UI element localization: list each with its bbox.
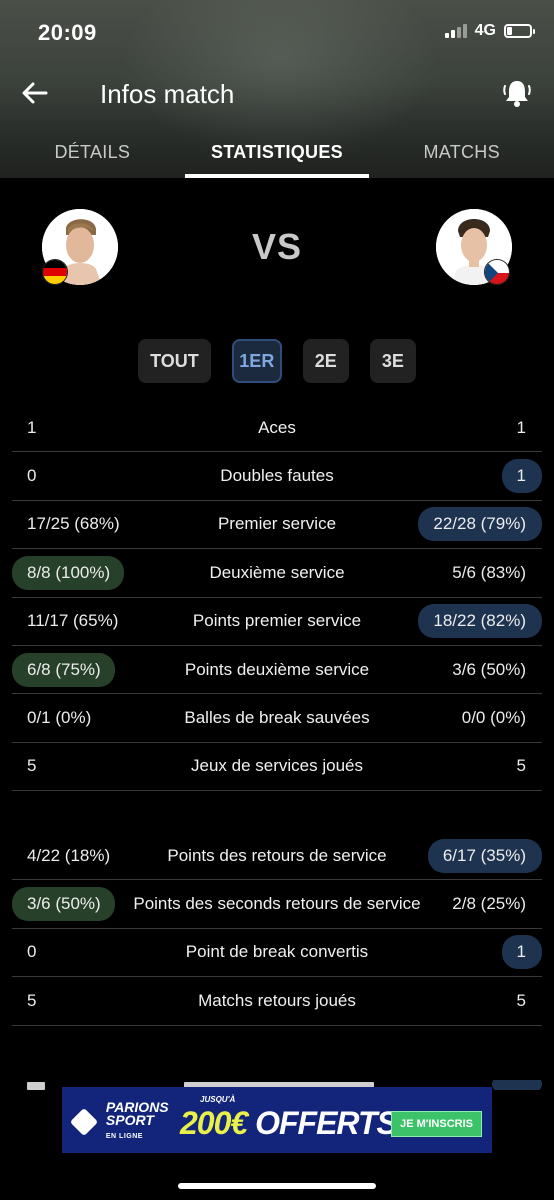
czech-flag-icon (484, 259, 510, 285)
stat-left-value-highlight: 6/8 (75%) (12, 652, 115, 687)
stat-row-second-serve-points: 6/8 (75%) Points deuxième service 3/6 (5… (12, 646, 542, 695)
stat-row-service-games: 5 Jeux de services joués 5 (12, 743, 542, 792)
stat-row-return-games: 5 Matchs retours joués 5 (12, 977, 542, 1026)
stat-left-value: 1 (27, 417, 37, 437)
stat-label: Jeux de services joués (191, 756, 363, 776)
ad-offer: 200€ OFFERTS (180, 1105, 398, 1142)
stat-row-break-points-converted: 0 Point de break convertis 1 (12, 929, 542, 978)
stat-right-value: 3/6 (50%) (452, 659, 526, 679)
stat-row-aces: 1 Aces 1 (12, 404, 542, 453)
stat-row-return-points: 4/22 (18%) Points des retours de service… (12, 832, 542, 881)
stat-left-value-highlight: 3/6 (50%) (12, 887, 115, 922)
ad-small-text: JUSQU'À (200, 1095, 236, 1104)
tab-matches[interactable]: MATCHS (369, 138, 554, 178)
stat-right-value-highlight: 1 (501, 935, 542, 970)
stat-right-value: 5/6 (83%) (452, 562, 526, 582)
stat-row-break-points-saved: 0/1 (0%) Balles de break sauvées 0/0 (0%… (12, 694, 542, 743)
bell-icon[interactable] (500, 76, 534, 110)
page-title: Infos match (100, 79, 235, 109)
stat-left-value: 11/17 (65%) (27, 611, 119, 631)
stat-label: Point de break convertis (185, 942, 369, 962)
stat-row-second-serve: 8/8 (100%) Deuxième service 5/6 (83%) (12, 549, 542, 598)
home-indicator[interactable] (178, 1183, 376, 1189)
status-time: 20:09 (38, 20, 97, 45)
stat-right-value: 5 (516, 756, 526, 776)
set-all-button[interactable]: TOUT (138, 339, 211, 383)
stat-right-value-highlight: 22/28 (79%) (418, 507, 542, 542)
stat-left-value: 0/1 (0%) (27, 708, 92, 728)
stat-left-value: 0 (27, 466, 37, 486)
ad-offer-text: OFFERTS (255, 1105, 398, 1141)
tab-details[interactable]: DÉTAILS (0, 138, 185, 178)
service-stats-table: 1 Aces 1 0 Doubles fautes 1 17/25 (68%) … (12, 404, 542, 792)
stat-left-value: 5 (27, 756, 37, 776)
set-selector: TOUT 1ER 2E 3E (0, 339, 554, 383)
ad-brand-logo: PARIONS SPORT EN LIGNE (69, 1100, 169, 1143)
stat-row-first-serve: 17/25 (68%) Premier service 22/28 (79%) (12, 501, 542, 550)
stat-right-value: 5 (516, 990, 526, 1010)
stat-left-value: 0 (27, 942, 37, 962)
set-2-button[interactable]: 2E (302, 339, 349, 383)
stat-right-value: 2/8 (25%) (452, 894, 526, 914)
tab-statistics[interactable]: STATISTIQUES (184, 138, 370, 178)
header: 20:09 4G Infos match DÉTAILS STATISTIQUE… (0, 0, 554, 178)
stat-label: Matchs retours joués (198, 990, 356, 1010)
ad-signup-button[interactable]: JE M'INSCRIS (391, 1111, 482, 1137)
tab-bar: DÉTAILS STATISTIQUES MATCHS (0, 138, 554, 178)
set-3-button[interactable]: 3E (369, 339, 416, 383)
stat-right-value: 0/0 (0%) (461, 708, 526, 728)
stat-right-value-highlight: 18/22 (82%) (418, 604, 542, 639)
stat-label: Doubles fautes (220, 466, 334, 486)
status-icons: 4G (444, 22, 535, 40)
stat-left-value: 17/25 (68%) (27, 514, 120, 534)
brand-diamond-icon (69, 1107, 99, 1137)
stat-label: Aces (258, 417, 296, 437)
stat-row-second-return-points: 3/6 (50%) Points des seconds retours de … (12, 880, 542, 929)
stat-right-value-highlight: 1 (501, 459, 542, 494)
stat-row-first-serve-points: 11/17 (65%) Points premier service 18/22… (12, 598, 542, 646)
stat-right-value: 1 (516, 417, 526, 437)
ad-banner[interactable]: PARIONS SPORT EN LIGNE JUSQU'À 200€ OFFE… (62, 1087, 492, 1153)
stat-right-value-highlight: 6/17 (35%) (427, 838, 542, 873)
set-1-button[interactable]: 1ER (231, 339, 282, 383)
player-right-avatar[interactable] (436, 209, 512, 285)
stat-left-value: 5 (27, 990, 37, 1010)
battery-icon (504, 24, 535, 38)
back-arrow-icon[interactable] (20, 78, 50, 108)
stat-left-value: 4/22 (18%) (27, 845, 111, 865)
return-stats-table: 4/22 (18%) Points des retours de service… (12, 832, 542, 1026)
network-type: 4G (474, 22, 496, 39)
ad-offer-amount: 200€ (180, 1105, 248, 1141)
signal-icon (444, 24, 467, 38)
stat-left-value-highlight: 8/8 (100%) (12, 555, 125, 590)
stat-row-double-faults: 0 Doubles fautes 1 (12, 452, 542, 501)
